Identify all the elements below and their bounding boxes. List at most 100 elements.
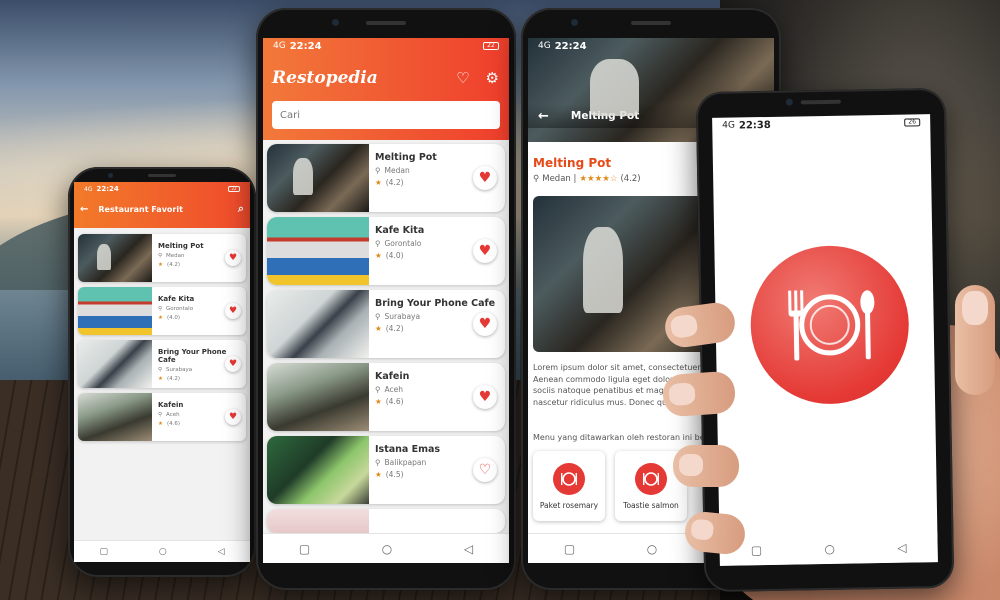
location-pin-icon: ⚲ — [533, 174, 540, 184]
restaurant-city: Medan | — [542, 174, 577, 184]
restaurant-rating: (4.2) — [166, 376, 180, 382]
star-icon: ★ — [375, 470, 382, 479]
star-icon: ★ — [375, 324, 382, 333]
back-button[interactable]: ◁ — [464, 542, 473, 556]
restaurant-city: Surabaya — [384, 312, 421, 321]
restaurant-image — [78, 234, 152, 282]
screen: 4G 22:38 26 ▢ ○ ◁ — [712, 114, 938, 566]
restaurant-image — [267, 363, 369, 431]
list-item[interactable]: Bring Your Phone Cafe ⚲ Surabaya ★ (4.2) ♥ — [78, 340, 246, 388]
search-icon[interactable]: ⌕ — [238, 202, 244, 216]
favorite-heart-icon[interactable]: ♥ — [473, 312, 497, 336]
home-button[interactable]: ○ — [382, 542, 392, 556]
restaurant-name: Kafein — [375, 371, 410, 382]
location-pin-icon: ⚲ — [158, 253, 163, 259]
app-logo: Restopedia — [272, 68, 378, 88]
restaurant-image — [267, 290, 369, 358]
favorite-heart-outline-icon[interactable]: ♡ — [473, 458, 497, 482]
restaurant-name: Kafe Kita — [375, 225, 425, 236]
camera — [571, 19, 578, 26]
home-button[interactable]: ○ — [824, 542, 835, 556]
system-nav-bar: ▢ ○ ◁ — [719, 532, 938, 566]
battery-icon: 22 — [228, 186, 240, 192]
restaurant-name: Kafein — [158, 401, 184, 409]
status-time: 22:38 — [738, 119, 771, 131]
restaurant-city: Gorontalo — [384, 239, 422, 248]
location-pin-icon: ⚲ — [158, 367, 163, 373]
back-button[interactable]: ◁ — [218, 547, 225, 557]
status-net: 4G — [538, 41, 551, 51]
location-pin-icon: ⚲ — [375, 312, 381, 321]
favorite-heart-icon[interactable]: ♥ — [225, 409, 241, 425]
list-item[interactable]: Kafe Kita ⚲ Gorontalo ★ (4.0) ♥ — [78, 287, 246, 335]
rating-stars: ★★★★☆ — [579, 174, 618, 184]
list-item[interactable]: Istana Emas ⚲ Balikpapan ★ (4.5) ♡ — [267, 436, 505, 504]
search-input[interactable] — [272, 101, 500, 129]
favorite-list: Melting Pot ⚲ Medan ★ (4.2) ♥ Kafe Kita ⚲ G… — [74, 228, 250, 447]
restaurant-name: Melting Pot — [158, 242, 204, 250]
favorite-heart-icon[interactable]: ♥ — [473, 385, 497, 409]
restaurant-name: Melting Pot — [375, 152, 437, 163]
favorite-icon[interactable]: ♡ — [456, 69, 469, 87]
location-pin-icon: ⚲ — [375, 166, 381, 175]
menu-item-name: Paket rosemary — [539, 500, 599, 510]
location-pin-icon: ⚲ — [158, 306, 163, 312]
restaurant-list: Melting Pot ⚲ Medan ★ (4.2) ♥ Kafe Kita ⚲ G… — [263, 140, 509, 537]
list-item[interactable] — [267, 509, 505, 533]
star-icon: ★ — [158, 315, 163, 321]
status-bar: 4G 22:24 — [528, 38, 774, 54]
location-pin-icon: ⚲ — [375, 239, 381, 248]
star-icon: ★ — [375, 178, 382, 187]
recents-button[interactable]: ▢ — [751, 543, 763, 557]
home-button[interactable]: ○ — [159, 547, 167, 557]
status-bar: 4G 22:38 26 — [712, 114, 930, 134]
list-item[interactable]: Kafein ⚲ Aceh ★ (4.6) ♥ — [267, 363, 505, 431]
status-net: 4G — [722, 120, 736, 131]
phone-home: 4G 22:24 22 Restopedia ♡ ⚙ Melting Pot ⚲… — [256, 8, 516, 590]
favorite-heart-icon[interactable]: ♥ — [225, 303, 241, 319]
status-time: 22:24 — [289, 40, 322, 52]
restaurant-rating: (4.2) — [385, 324, 404, 333]
back-arrow-icon[interactable]: ← — [538, 109, 549, 124]
page-title: Melting Pot — [570, 110, 640, 122]
star-icon: ★ — [158, 421, 163, 427]
favorite-heart-icon[interactable]: ♥ — [225, 250, 241, 266]
system-nav-bar: ▢ ○ ◁ — [74, 540, 250, 562]
recents-button[interactable]: ▢ — [564, 542, 575, 556]
restaurant-name: Bring Your Phone Cafe — [375, 298, 496, 309]
restaurant-rating: (4.5) — [385, 470, 404, 479]
favorite-heart-icon[interactable]: ♥ — [225, 356, 241, 372]
restaurant-city: Surabaya — [166, 367, 193, 373]
list-item[interactable]: Melting Pot ⚲ Medan ★ (4.2) ♥ — [267, 144, 505, 212]
recents-button[interactable]: ▢ — [99, 547, 108, 557]
status-bar: 4G 22:24 22 — [263, 38, 509, 54]
restaurant-city: Aceh — [166, 412, 180, 418]
speaker — [800, 99, 841, 105]
camera — [332, 19, 339, 26]
battery-icon: 26 — [904, 118, 921, 127]
app-header: 4G 22:24 22 ← Restaurant Favorit ⌕ — [74, 182, 250, 228]
gear-icon[interactable]: ⚙ — [486, 69, 499, 87]
restaurant-city: Medan — [166, 253, 185, 259]
list-item[interactable]: Kafein ⚲ Aceh ★ (4.6) ♥ — [78, 393, 246, 441]
restaurant-rating: (4.2) — [385, 178, 404, 187]
favorite-heart-icon[interactable]: ♥ — [473, 239, 497, 263]
restaurant-image — [267, 217, 369, 285]
restaurant-rating: (4.2) — [620, 174, 641, 184]
restaurant-rating: (4.0) — [166, 315, 180, 321]
restaurant-rating: (4.6) — [385, 397, 404, 406]
recents-button[interactable]: ▢ — [299, 542, 310, 556]
favorite-heart-icon[interactable]: ♥ — [473, 166, 497, 190]
restaurant-image — [267, 509, 369, 533]
status-time: 22:24 — [96, 185, 119, 193]
phone-favorites: 4G 22:24 22 ← Restaurant Favorit ⌕ Melti… — [68, 167, 256, 577]
restaurant-name: Istana Emas — [375, 444, 441, 455]
list-item[interactable]: Kafe Kita ⚲ Gorontalo ★ (4.0) ♥ — [267, 217, 505, 285]
menu-item[interactable]: Paket rosemary — [533, 451, 605, 521]
back-button[interactable]: ◁ — [897, 541, 906, 555]
list-item[interactable]: Melting Pot ⚲ Medan ★ (4.2) ♥ — [78, 234, 246, 282]
list-item[interactable]: Bring Your Phone Cafe ⚲ Surabaya ★ (4.2) ♥ — [267, 290, 505, 358]
back-arrow-icon[interactable]: ← — [80, 204, 88, 215]
restaurant-image — [267, 144, 369, 212]
app-header: 4G 22:24 22 Restopedia ♡ ⚙ — [263, 38, 509, 140]
